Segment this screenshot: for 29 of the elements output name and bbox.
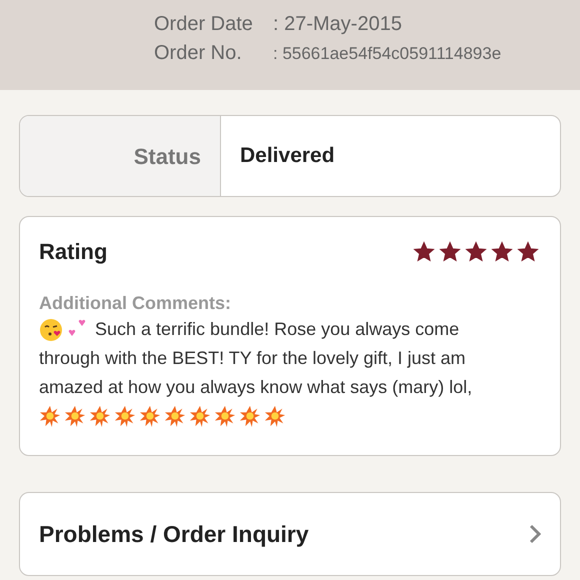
star-icon xyxy=(491,240,513,262)
order-date-label: Order Date xyxy=(154,12,254,37)
order-number-label: Order No. xyxy=(154,41,243,66)
comment-line: Such a terrific bundle! Rose you always come xyxy=(95,318,460,341)
burst-icon xyxy=(139,405,161,427)
comment-line: amazed at how you always know what says (mary) lol, xyxy=(39,376,474,399)
comment-line: through with the BEST! TY for the lovely gift, I just am xyxy=(39,347,467,370)
star-icon xyxy=(465,240,487,262)
burst-icon xyxy=(214,405,236,427)
burst-icon xyxy=(39,405,61,427)
comments-label: Additional Comments: xyxy=(39,292,232,315)
star-icon xyxy=(413,240,435,262)
burst-icon xyxy=(64,405,86,427)
burst-icon xyxy=(164,405,186,427)
burst-icon xyxy=(89,405,111,427)
order-date: : 27-May-2015 xyxy=(272,12,402,37)
rating-title: Rating xyxy=(39,238,108,266)
star-icon xyxy=(439,240,461,262)
chevron-right-icon xyxy=(529,524,541,544)
order-number: : 55661ae54f54c0591114893e xyxy=(272,43,502,65)
status-label: Status xyxy=(134,142,201,170)
burst-icon xyxy=(114,405,136,427)
burst-icon xyxy=(264,405,286,427)
status-value: Delivered xyxy=(240,143,335,170)
kiss-face-icon xyxy=(39,318,63,342)
star-icon xyxy=(517,240,539,262)
problems-inquiry-button[interactable]: Problems / Order Inquiry xyxy=(19,492,561,576)
burst-icon xyxy=(239,405,261,427)
burst-icon xyxy=(189,405,211,427)
